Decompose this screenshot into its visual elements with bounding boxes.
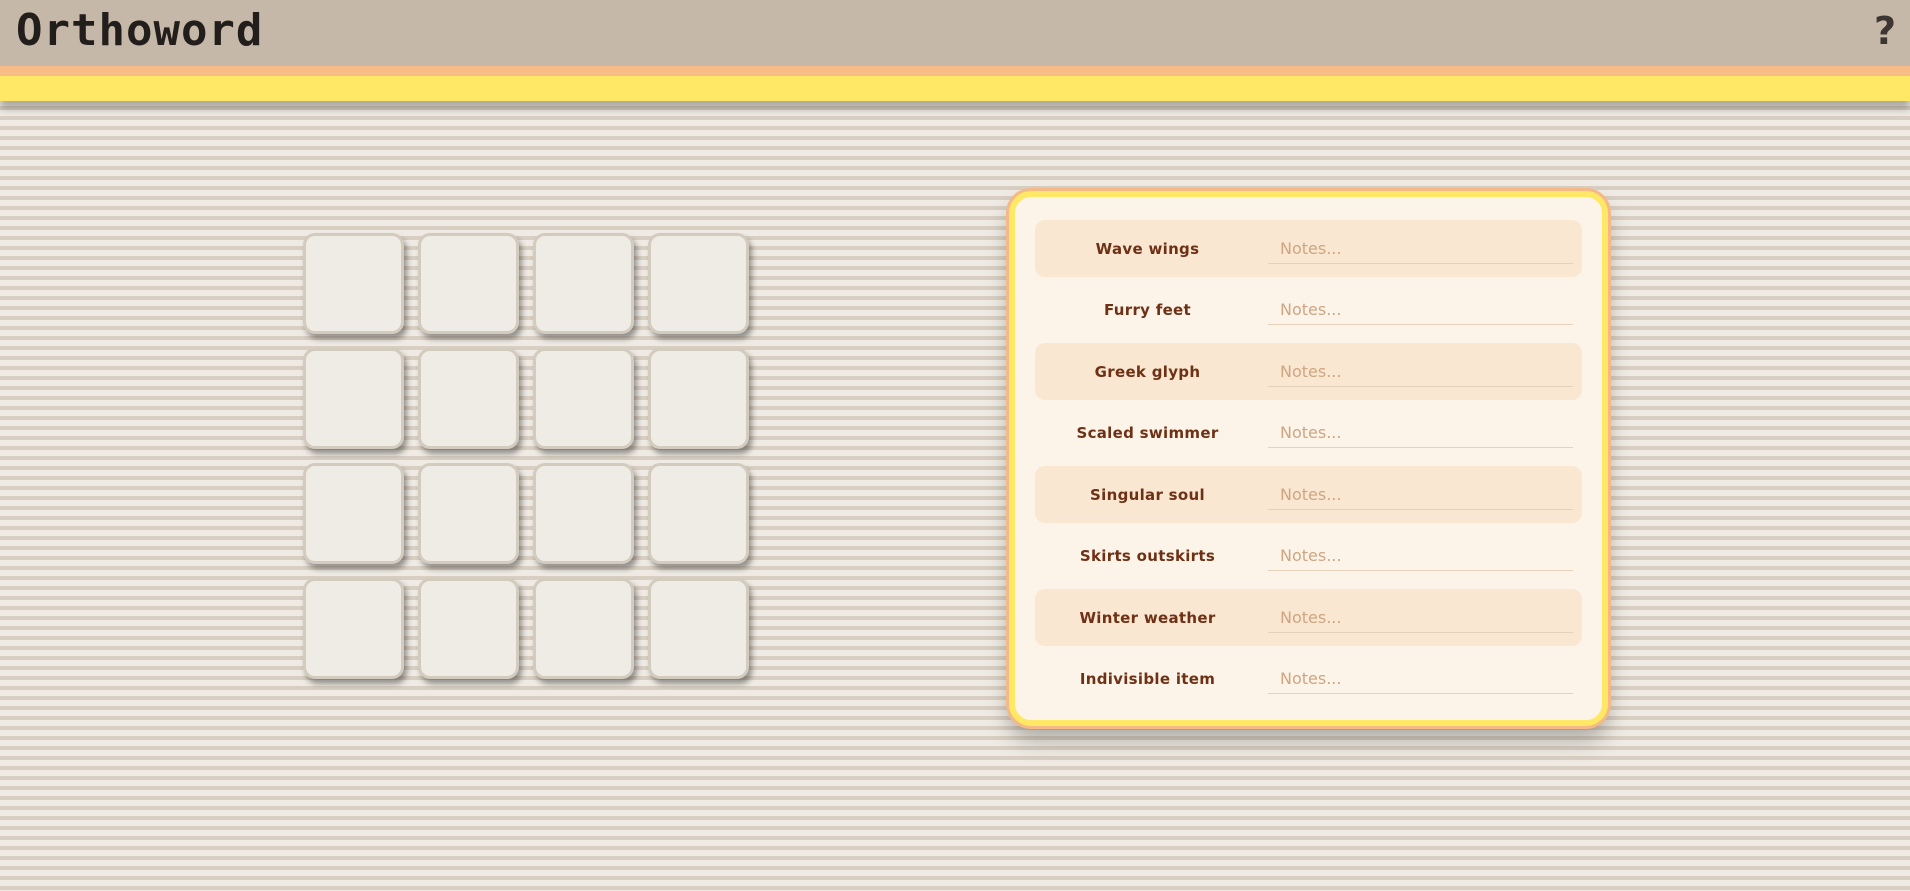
- notes-input[interactable]: [1268, 418, 1573, 448]
- grid-tile[interactable]: [303, 233, 404, 334]
- help-icon[interactable]: ?: [1874, 6, 1896, 56]
- notes-input[interactable]: [1268, 356, 1573, 387]
- notes-input[interactable]: [1268, 295, 1573, 325]
- clue-label: Scaled swimmer: [1076, 424, 1219, 442]
- clue-row: Indivisible item: [1035, 651, 1582, 708]
- letter-grid: [303, 233, 749, 679]
- clue-row: Winter weather: [1035, 589, 1582, 646]
- grid-tile[interactable]: [303, 463, 404, 564]
- grid-tile[interactable]: [648, 463, 749, 564]
- notes-input[interactable]: [1268, 233, 1573, 264]
- grid-tile[interactable]: [648, 233, 749, 334]
- grid-tile[interactable]: [418, 463, 519, 564]
- grid-tile[interactable]: [533, 348, 634, 449]
- clues-panel: Wave wings Furry feet Greek glyph Scaled…: [1009, 191, 1608, 726]
- clue-row: Singular soul: [1035, 466, 1582, 523]
- grid-tile[interactable]: [533, 463, 634, 564]
- notes-input[interactable]: [1268, 602, 1573, 633]
- clue-label: Winter weather: [1079, 608, 1216, 627]
- clue-label: Greek glyph: [1094, 362, 1201, 381]
- clue-label: Wave wings: [1095, 239, 1200, 258]
- clue-row: Scaled swimmer: [1035, 405, 1582, 462]
- clue-label: Furry feet: [1103, 301, 1192, 319]
- app-title: Orthoword: [16, 5, 264, 56]
- clue-row: Furry feet: [1035, 282, 1582, 339]
- grid-tile[interactable]: [418, 348, 519, 449]
- header-stripe-orange: [0, 66, 1910, 76]
- clue-row: Greek glyph: [1035, 343, 1582, 400]
- notes-input[interactable]: [1268, 541, 1573, 571]
- grid-tile[interactable]: [303, 578, 404, 679]
- notes-input[interactable]: [1268, 664, 1573, 694]
- clue-label: Indivisible item: [1079, 670, 1216, 688]
- clue-label: Singular soul: [1090, 485, 1205, 504]
- clue-label: Skirts outskirts: [1079, 547, 1216, 565]
- grid-tile[interactable]: [418, 233, 519, 334]
- app-header: Orthoword ?: [0, 0, 1910, 66]
- clue-row: Skirts outskirts: [1035, 528, 1582, 585]
- grid-tile[interactable]: [533, 233, 634, 334]
- grid-tile[interactable]: [303, 348, 404, 449]
- grid-tile[interactable]: [648, 578, 749, 679]
- grid-tile[interactable]: [648, 348, 749, 449]
- header-stripe-yellow: [0, 76, 1910, 101]
- grid-tile[interactable]: [533, 578, 634, 679]
- grid-tile[interactable]: [418, 578, 519, 679]
- notes-input[interactable]: [1268, 479, 1573, 510]
- clue-row: Wave wings: [1035, 220, 1582, 277]
